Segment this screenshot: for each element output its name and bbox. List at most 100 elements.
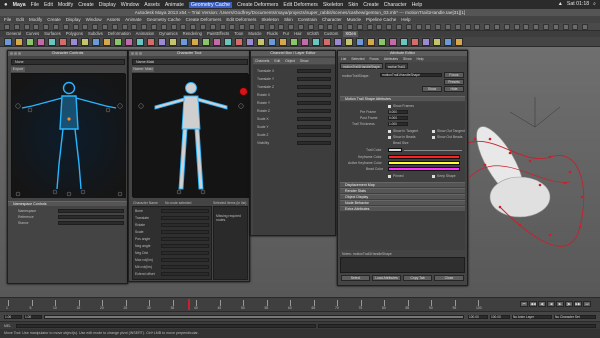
character-tool-dropdown[interactable]: Name:Maki xyxy=(132,59,248,65)
channel-box-tab-edit[interactable]: Edit xyxy=(274,59,280,63)
mac-menu-animate[interactable]: Animate xyxy=(165,2,184,8)
status-tool-icon[interactable] xyxy=(503,24,510,30)
stance-field[interactable] xyxy=(58,221,124,225)
displacement-map-section[interactable]: Displacement Map xyxy=(340,182,465,187)
shelf-tool-icon[interactable] xyxy=(312,38,320,46)
shelf-tool-icon[interactable] xyxy=(389,38,397,46)
status-tool-icon[interactable] xyxy=(239,24,246,30)
mac-menu-create[interactable]: Create xyxy=(78,2,94,8)
mac-menu-create-deformers[interactable]: Create Deformers xyxy=(237,2,278,8)
mac-menu-modify[interactable]: Modify xyxy=(58,2,73,8)
ae-tab[interactable]: motionTrail1HandleShape xyxy=(340,63,383,69)
channel-row-field[interactable] xyxy=(297,69,331,73)
shape-name-field[interactable]: motionTrail1HandleShape xyxy=(380,73,442,77)
show-button[interactable]: Show xyxy=(422,86,442,92)
status-tool-icon[interactable] xyxy=(396,24,402,30)
status-tool-icon[interactable] xyxy=(23,24,30,30)
spotlight-icon[interactable]: ⌕ xyxy=(593,1,596,8)
status-tool-icon[interactable] xyxy=(219,24,226,30)
mac-menu-display[interactable]: Display xyxy=(99,2,116,8)
playback-button[interactable]: ◀| xyxy=(538,301,546,307)
status-tool-icon[interactable] xyxy=(337,24,344,30)
shelf-tool-icon[interactable] xyxy=(59,38,67,46)
shelf-tool-icon[interactable] xyxy=(191,38,199,46)
character-tool-canvas[interactable] xyxy=(132,73,249,198)
character-tool-titlebar[interactable]: Character Tool xyxy=(129,51,249,56)
channel-box-tabs[interactable]: Channels Edit Object Show xyxy=(253,58,335,64)
focus-button[interactable]: Focus xyxy=(444,72,464,78)
status-tool-icon[interactable] xyxy=(415,24,422,30)
shelf-tool-icon[interactable] xyxy=(356,38,364,46)
shelf-tool-icon[interactable] xyxy=(136,38,144,46)
status-tool-icon[interactable] xyxy=(552,24,559,30)
mac-menu-edit-deformers[interactable]: Edit Deformers xyxy=(283,2,318,8)
attribute-row-field[interactable] xyxy=(161,209,209,213)
channel-row-field[interactable] xyxy=(297,101,331,105)
playback-button[interactable]: ⏭ xyxy=(583,301,591,307)
mesh-body[interactable] xyxy=(489,176,551,218)
trail-color-slider[interactable] xyxy=(404,149,462,151)
end-time-field[interactable]: 100.00 xyxy=(490,315,510,319)
playback-button[interactable]: |▶ xyxy=(565,301,573,307)
status-tool-icon[interactable] xyxy=(327,24,334,30)
attribute-row-field[interactable] xyxy=(161,251,209,255)
shelf-tool-icon[interactable] xyxy=(235,38,243,46)
attribute-row-field[interactable] xyxy=(161,258,209,262)
playback-button[interactable]: ⏮ xyxy=(520,301,528,307)
status-tool-icon[interactable] xyxy=(288,24,295,30)
mac-menu-help[interactable]: Help xyxy=(412,2,423,8)
shelf-tool-icon[interactable] xyxy=(92,38,100,46)
range-slider[interactable] xyxy=(44,315,464,319)
pre-frame-field[interactable]: 0.000 xyxy=(388,110,408,114)
shelf-tool-icon[interactable] xyxy=(422,38,430,46)
ae-menu-show[interactable]: Show xyxy=(403,56,411,62)
playback-start-field[interactable]: 1.00 xyxy=(24,315,42,319)
status-tool-icon[interactable] xyxy=(533,24,540,30)
mac-menu-skeleton[interactable]: Skeleton xyxy=(323,2,343,8)
status-tool-icon[interactable] xyxy=(572,24,579,30)
shelf-tool-icon[interactable] xyxy=(433,38,441,46)
shelf-tool-icon[interactable] xyxy=(268,38,276,46)
shelf-tool-icon[interactable] xyxy=(323,38,331,46)
presets-button[interactable]: Presets xyxy=(444,79,464,85)
namespace-field[interactable] xyxy=(58,209,124,213)
reference-field[interactable] xyxy=(58,215,124,219)
hips-control[interactable] xyxy=(67,117,71,121)
status-tool-icon[interactable] xyxy=(445,24,451,30)
shelf-tool-icon[interactable] xyxy=(444,38,452,46)
status-tool-icon[interactable] xyxy=(405,24,412,30)
channel-row-field[interactable] xyxy=(297,109,331,113)
status-tool-icon[interactable] xyxy=(582,24,589,30)
status-tool-icon[interactable] xyxy=(562,24,569,30)
character-tool-figure[interactable] xyxy=(133,74,249,198)
status-tool-icon[interactable] xyxy=(160,24,167,30)
shelf-tool-icon[interactable] xyxy=(378,38,386,46)
node-behavior-section[interactable]: Node Behavior xyxy=(340,200,465,205)
status-tool-icon[interactable] xyxy=(464,24,471,30)
character-set-dropdown[interactable]: No Character Set xyxy=(554,315,596,319)
ae-menu-help[interactable]: Help xyxy=(417,56,424,62)
show-in-beads-checkbox[interactable] xyxy=(388,136,391,139)
menu-create-deformers[interactable]: Create Deformers xyxy=(186,16,222,23)
character-controls-canvas[interactable] xyxy=(11,73,126,198)
status-tool-icon[interactable] xyxy=(141,24,148,30)
character-controls-window[interactable]: Character Controls None Export Namespace… xyxy=(7,50,128,284)
status-tool-icon[interactable] xyxy=(268,24,275,30)
status-tool-icon[interactable] xyxy=(376,24,383,30)
post-frame-field[interactable]: 0.000 xyxy=(388,116,408,120)
status-tool-icon[interactable] xyxy=(249,24,255,30)
trail-color-swatch[interactable] xyxy=(388,148,402,152)
shelf-tool-icon[interactable] xyxy=(455,38,463,46)
shelf-tool-icon[interactable] xyxy=(114,38,122,46)
close-button[interactable]: Close xyxy=(434,275,464,281)
status-tool-icon[interactable] xyxy=(170,24,177,30)
apple-menu-icon[interactable]: ● xyxy=(4,2,8,8)
trail-thickness-field[interactable]: 1.000 xyxy=(388,122,408,126)
status-tool-icon[interactable] xyxy=(72,24,79,30)
shelf-tool-icon[interactable] xyxy=(411,38,419,46)
shelf-tool-icon[interactable] xyxy=(290,38,298,46)
status-tool-icon[interactable] xyxy=(356,24,363,30)
command-input[interactable] xyxy=(16,324,316,328)
object-display-section[interactable]: Object Display xyxy=(340,194,465,199)
menu-edit-deformers[interactable]: Edit Deformers xyxy=(226,16,256,23)
